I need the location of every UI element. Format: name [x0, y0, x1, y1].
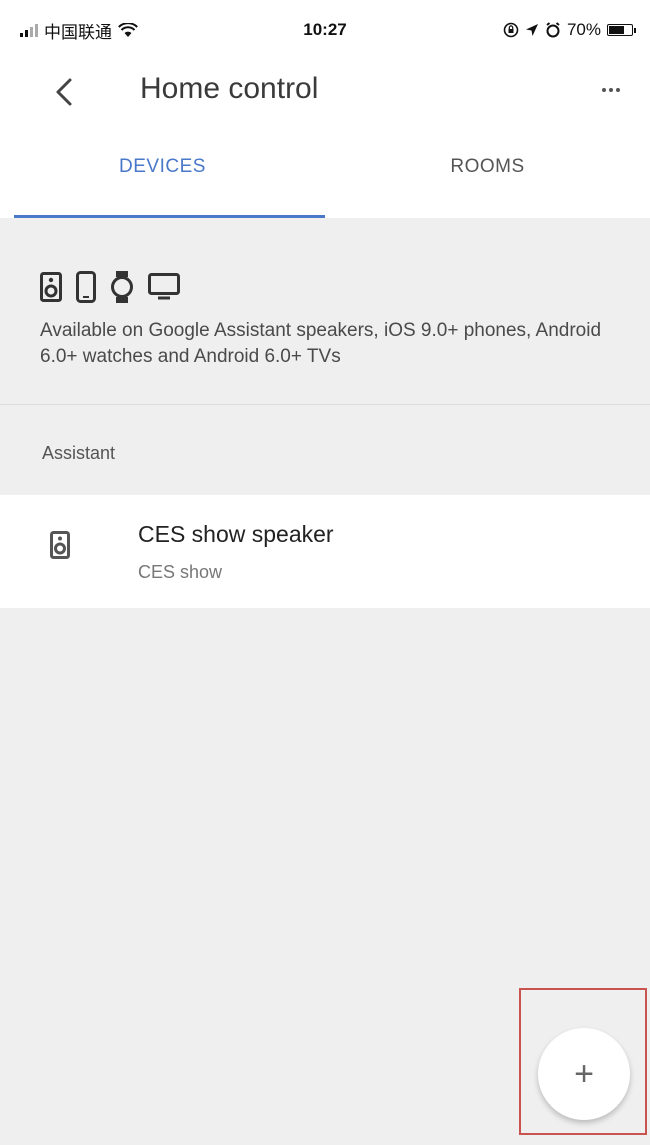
status-right: 70%: [503, 20, 636, 40]
speaker-icon: [50, 531, 70, 559]
tab-devices[interactable]: DEVICES: [0, 122, 325, 218]
section-header: Assistant: [0, 405, 650, 495]
status-bar: 中国联通 10:27 70%: [0, 0, 650, 60]
device-room: CES show: [138, 562, 223, 582]
section-label: Assistant: [42, 443, 116, 463]
app-bar: Home control: [0, 60, 650, 122]
page-title: Home control: [140, 72, 319, 105]
tv-icon: [148, 273, 180, 300]
signal-icon: [20, 23, 38, 37]
carrier-label: 中国联通: [44, 22, 112, 42]
tab-rooms[interactable]: ROOMS: [325, 122, 650, 218]
device-icon: [50, 531, 70, 564]
status-left: 中国联通: [20, 18, 138, 43]
list-item[interactable]: CES show speaker CES show: [0, 495, 650, 608]
more-horizontal-icon: [602, 88, 606, 92]
lock-rotation-icon: [503, 22, 519, 38]
back-button[interactable]: [42, 70, 86, 114]
more-options-button[interactable]: [586, 68, 636, 112]
phone-icon: [76, 271, 96, 303]
tab-bar: DEVICES ROOMS: [0, 122, 650, 218]
wifi-icon: [118, 22, 138, 37]
speaker-icon: [40, 272, 62, 302]
battery-icon: [607, 24, 636, 36]
chevron-left-icon: [56, 78, 72, 106]
add-button[interactable]: +: [538, 1028, 630, 1120]
device-icons: [40, 270, 180, 304]
location-icon: [525, 24, 538, 36]
battery-percent: 70%: [566, 20, 601, 39]
alarm-icon: [546, 22, 560, 38]
plus-icon: +: [574, 1054, 594, 1093]
availability-text: Available on Google Assistant speakers, …: [40, 320, 602, 367]
device-name: CES show speaker: [138, 521, 334, 547]
watch-icon: [111, 271, 133, 303]
availability-info: Available on Google Assistant speakers, …: [0, 218, 650, 404]
